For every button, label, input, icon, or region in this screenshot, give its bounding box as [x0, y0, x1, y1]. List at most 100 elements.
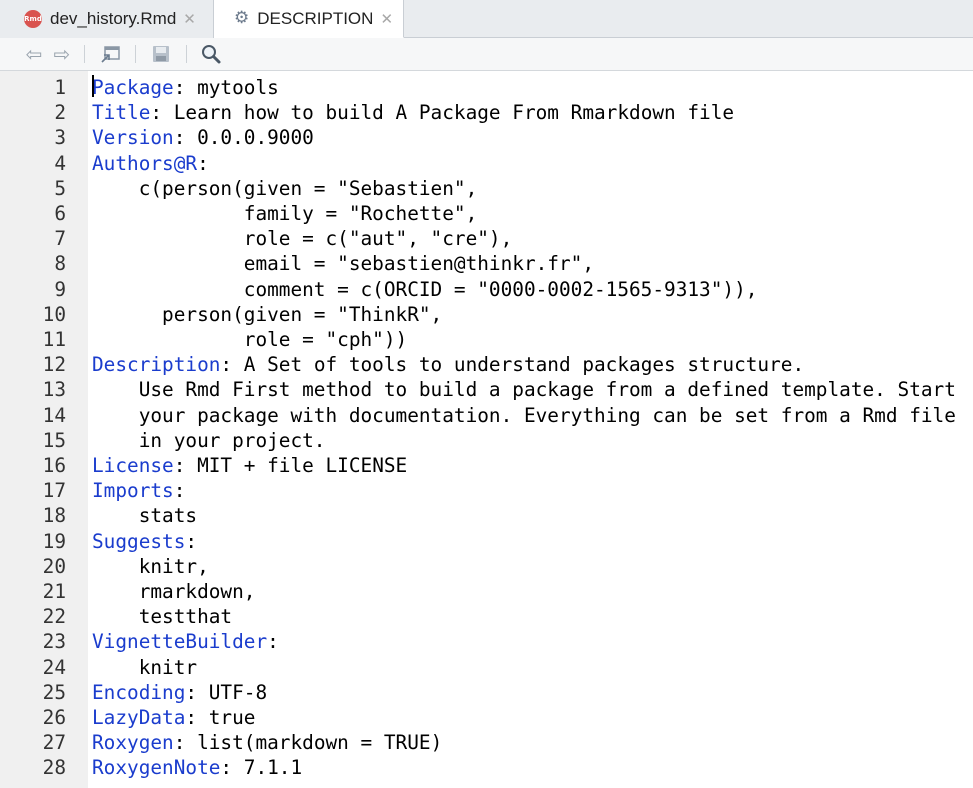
code-text: stats — [92, 503, 197, 528]
code-text: email = "sebastien@thinkr.fr", — [92, 251, 594, 276]
line-number: 16 — [42, 454, 66, 477]
line-number: 17 — [42, 479, 66, 503]
gear-icon: ⚙ — [234, 8, 250, 28]
code-line[interactable]: 28 RoxygenNote: 7.1.1 — [0, 755, 973, 780]
code-text: testthat — [92, 604, 232, 629]
field-value: : — [185, 529, 198, 553]
field-value: rmarkdown, — [92, 580, 256, 603]
back-arrow-icon[interactable]: ⇦ — [22, 42, 46, 66]
field-value: : list(markdown = TRUE) — [173, 731, 443, 755]
code-text: Imports: — [92, 478, 185, 503]
line-number: 18 — [42, 504, 66, 528]
field-value: person(given = "ThinkR", — [92, 302, 443, 326]
field-value: : UTF-8 — [185, 680, 268, 704]
field-key: LazyData — [92, 706, 186, 729]
field-value: role = "cph")) — [92, 328, 408, 351]
code-line[interactable]: 17 Imports: — [0, 478, 973, 503]
tab-bar: Rmd dev_history.Rmd ✕ ⚙ DESCRIPTION ✕ — [0, 0, 973, 38]
editor-toolbar: ⇦ ⇨ — [0, 38, 973, 71]
line-number: 10 — [42, 302, 66, 326]
line-number: 9 — [54, 277, 66, 301]
show-in-new-window-icon[interactable] — [97, 43, 125, 65]
code-line[interactable]: 16 License: MIT + file LICENSE — [0, 453, 973, 478]
field-key: VignetteBuilder — [92, 630, 268, 654]
field-value: c(person(given = "Sebastien", — [92, 176, 478, 200]
code-line[interactable]: 8 email = "sebastien@thinkr.fr", — [0, 251, 973, 276]
code-text: Version: 0.0.0.9000 — [92, 125, 314, 150]
code-line[interactable]: 12 Description: A Set of tools to underst… — [0, 352, 973, 377]
code-line[interactable]: 20 knitr, — [0, 554, 973, 579]
code-text: Encoding: UTF-8 — [92, 680, 267, 705]
code-line[interactable]: 21 rmarkdown, — [0, 579, 973, 604]
field-value: : 0.0.0.9000 — [173, 126, 314, 150]
line-number: 14 — [42, 403, 66, 427]
field-value: Use Rmd First method to build a package … — [92, 378, 956, 402]
field-value: : Learn how to build A Package From Rmar… — [150, 101, 735, 125]
code-text: c(person(given = "Sebastien", — [92, 176, 478, 201]
code-line[interactable]: 13 Use Rmd First method to build a packa… — [0, 377, 973, 402]
text-cursor — [92, 75, 94, 97]
field-value: email = "sebastien@thinkr.fr", — [92, 252, 594, 276]
code-line[interactable]: 7 role = c("aut", "cre"), — [0, 226, 973, 251]
line-number: 3 — [54, 126, 66, 150]
search-icon[interactable] — [198, 43, 224, 65]
code-text: in your project. — [92, 428, 326, 453]
code-line[interactable]: 3 Version: 0.0.0.9000 — [0, 125, 973, 150]
code-line[interactable]: 15 in your project. — [0, 428, 973, 453]
forward-arrow-icon[interactable]: ⇨ — [50, 42, 74, 66]
toolbar-divider — [186, 45, 187, 63]
code-line[interactable]: 22 testthat — [0, 604, 973, 629]
close-icon[interactable]: ✕ — [380, 10, 393, 28]
code-line[interactable]: 10 person(given = "ThinkR", — [0, 302, 973, 327]
code-line[interactable]: 25 Encoding: UTF-8 — [0, 680, 973, 705]
field-value: : MIT + file LICENSE — [173, 454, 408, 477]
line-number: 27 — [42, 731, 66, 755]
code-text: LazyData: true — [92, 705, 255, 730]
field-key: Title — [92, 101, 151, 125]
code-text: family = "Rochette", — [92, 201, 478, 226]
field-key: Package — [92, 76, 174, 99]
save-icon[interactable] — [148, 43, 174, 65]
code-line[interactable]: 1 Package: mytools — [0, 75, 973, 100]
line-number: 19 — [42, 529, 66, 553]
toolbar-divider — [84, 45, 85, 63]
toolbar-divider — [135, 45, 136, 63]
line-number: 1 — [54, 76, 66, 99]
field-value: in your project. — [92, 428, 326, 452]
tab-description[interactable]: ⚙ DESCRIPTION ✕ — [214, 0, 404, 38]
code-line[interactable]: 11 role = "cph")) — [0, 327, 973, 352]
code-line[interactable]: 18 stats — [0, 503, 973, 528]
field-value: role = c("aut", "cre"), — [92, 227, 513, 251]
code-line[interactable]: 4 Authors@R: — [0, 151, 973, 176]
code-line[interactable]: 14 your package with documentation. Ever… — [0, 403, 973, 428]
code-line[interactable]: 5 c(person(given = "Sebastien", — [0, 176, 973, 201]
code-line[interactable]: 23 VignetteBuilder: — [0, 629, 973, 654]
line-number: 24 — [42, 655, 66, 679]
code-line[interactable]: 27 Roxygen: list(markdown = TRUE) — [0, 730, 973, 755]
code-text: rmarkdown, — [92, 579, 256, 604]
line-number: 13 — [42, 378, 66, 402]
code-text: Authors@R: — [92, 151, 209, 176]
code-line[interactable]: 2 Title: Learn how to build A Package Fro… — [0, 100, 973, 125]
code-line[interactable]: 24 knitr — [0, 655, 973, 680]
field-value: family = "Rochette", — [92, 202, 478, 225]
code-line[interactable]: 19 Suggests: — [0, 529, 973, 554]
field-key: Version — [92, 126, 174, 150]
line-number: 11 — [42, 328, 66, 351]
field-value: your package with documentation. Everyth… — [92, 403, 956, 427]
code-text: person(given = "ThinkR", — [92, 302, 442, 327]
tab-dev-history[interactable]: Rmd dev_history.Rmd ✕ — [0, 0, 214, 38]
field-key: RoxygenNote — [92, 756, 221, 780]
line-number: 25 — [42, 680, 66, 704]
code-text: knitr — [92, 655, 197, 680]
code-line[interactable]: 26 LazyData: true — [0, 705, 973, 730]
code-text: knitr, — [92, 554, 209, 579]
code-line[interactable]: 6 family = "Rochette", — [0, 201, 973, 226]
code-line[interactable]: 9 comment = c(ORCID = "0000-0002-1565-93… — [0, 277, 973, 302]
field-value: : — [267, 630, 279, 654]
field-value: : mytools — [173, 76, 279, 99]
field-value: stats — [92, 504, 198, 528]
close-icon[interactable]: ✕ — [183, 10, 196, 28]
code-editor[interactable]: 1 Package: mytools 2 Title: Learn how to bu… — [0, 71, 973, 788]
code-text: Description: A Set of tools to understan… — [92, 352, 804, 377]
